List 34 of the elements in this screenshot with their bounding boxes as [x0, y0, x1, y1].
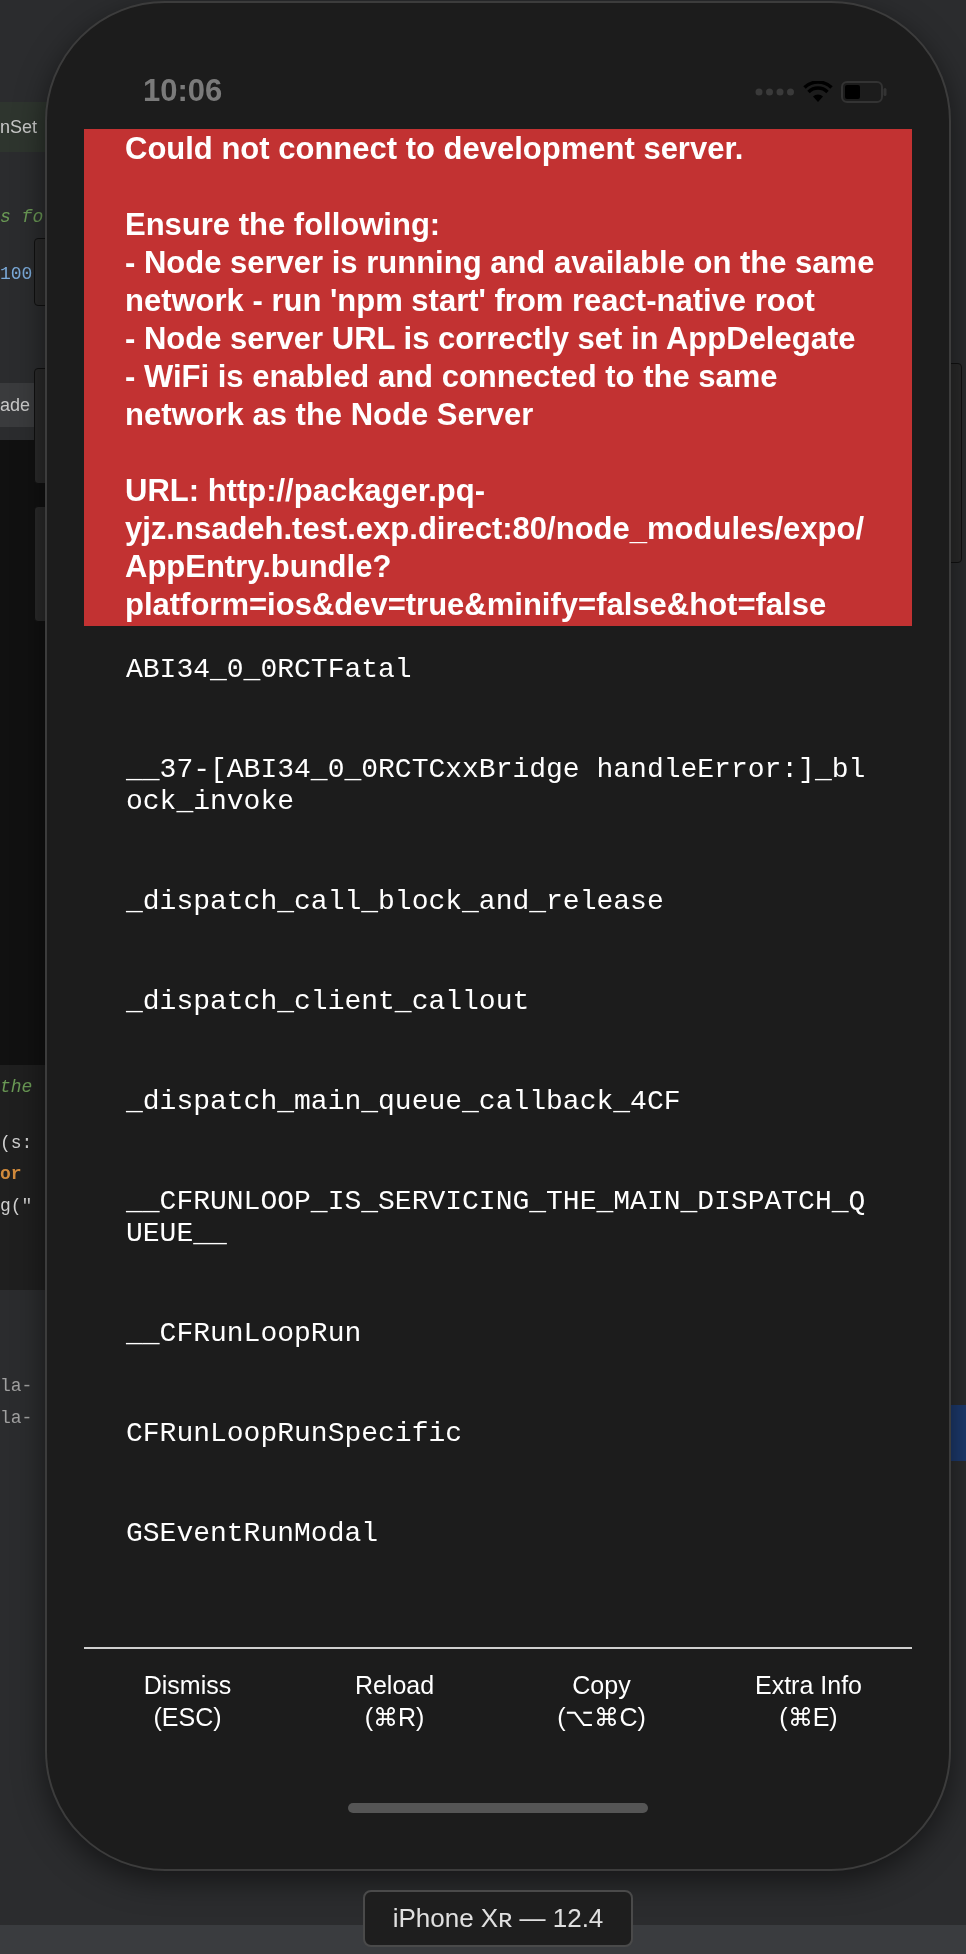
stack-frame: __CFRunLoopRun — [126, 1318, 878, 1350]
code-fragment: la- — [0, 1407, 33, 1430]
battery-icon — [841, 81, 887, 103]
device-label: iPhone Xʀ — 12.4 — [363, 1890, 633, 1947]
status-time: 10:06 — [143, 72, 223, 110]
code-fragment: nSet — [0, 116, 38, 139]
code-fragment: 100 — [0, 263, 33, 286]
code-fragment: ade — [0, 394, 31, 417]
code-fragment: s fo — [0, 206, 44, 229]
error-hint: - Node server URL is correctly set in AppDelegate — [125, 320, 857, 358]
stack-frame: GSEventRunModal — [126, 1518, 878, 1550]
wifi-icon — [803, 81, 833, 103]
code-fragment: la- — [0, 1375, 33, 1398]
code-fragment: the — [0, 1076, 33, 1099]
error-heading: Ensure the following: — [125, 206, 442, 244]
action-button[interactable]: Extra Info (⌘E) — [705, 1669, 912, 1733]
code-fragment: g(" — [0, 1195, 33, 1218]
stack-frame: CFRunLoopRunSpecific — [126, 1418, 878, 1450]
action-button[interactable]: Copy (⌥⌘C) — [498, 1669, 705, 1733]
action-button[interactable]: Reload (⌘R) — [291, 1669, 498, 1733]
code-fragment: or — [0, 1163, 22, 1186]
stack-frame: ABI34_0_0RCTFatal — [126, 654, 878, 686]
stack-frame: _dispatch_client_callout — [126, 986, 878, 1018]
error-hint: - WiFi is enabled and connected to the same network as the Node Server — [125, 358, 779, 434]
error-url: URL: http://packager.pq-yjz.nsadeh.test.exp.direct:80/node_modules/expo/AppEntry.bundle?platform=ios&dev=true&minify=false&hot=false — [125, 472, 866, 624]
stack-frame: _dispatch_call_block_and_release — [126, 886, 878, 918]
stack-frame: __37-[ABI34_0_0RCTCxxBridge handleError:]_block_invoke — [126, 754, 878, 818]
code-fragment: (s: — [0, 1132, 33, 1155]
stack-frame: _dispatch_main_queue_callback_4CF — [126, 1086, 878, 1118]
error-title: Could not connect to development server. — [125, 130, 745, 168]
error-hint: - Node server is running and available on the same network - run 'npm start' from react-native root — [125, 244, 876, 320]
stack-frame: __CFRUNLOOP_IS_SERVICING_THE_MAIN_DISPATCH_QUEUE__ — [126, 1186, 878, 1250]
signal-icon — [755, 88, 795, 96]
action-button[interactable]: Dismiss (ESC) — [84, 1669, 291, 1733]
